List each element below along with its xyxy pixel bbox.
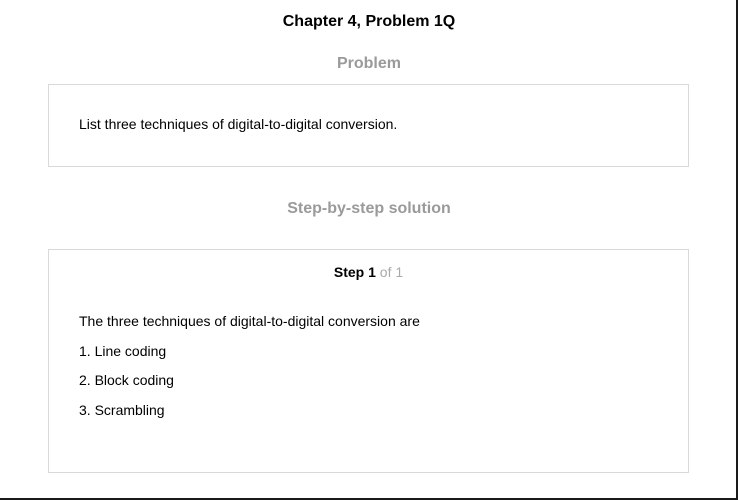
solution-line: 3. Scrambling [79, 401, 165, 418]
solution-heading: Step-by-step solution [287, 200, 451, 217]
page-frame: Chapter 4, Problem 1Q Problem List three… [0, 0, 738, 500]
solution-box: Step 1 of 1 The three techniques of digi… [48, 249, 689, 473]
step-label: Step [333, 264, 365, 280]
step-number: 1 [368, 264, 376, 280]
problem-heading: Problem [336, 55, 401, 72]
step-header: Step 1 of 1 [49, 263, 688, 281]
solution-line: 1. Line coding [79, 342, 167, 359]
problem-text: List three techniques of digital-to-digi… [79, 116, 398, 132]
problem-box: List three techniques of digital-to-digi… [48, 84, 689, 167]
page-title: Chapter 4, Problem 1Q [282, 13, 456, 30]
solution-lines: The three techniques of digital-to-digit… [79, 312, 420, 430]
solution-line: 2. Block coding [79, 372, 174, 388]
step-of-total: of 1 [379, 264, 404, 280]
solution-line: The three techniques of digital-to-digit… [79, 313, 420, 329]
